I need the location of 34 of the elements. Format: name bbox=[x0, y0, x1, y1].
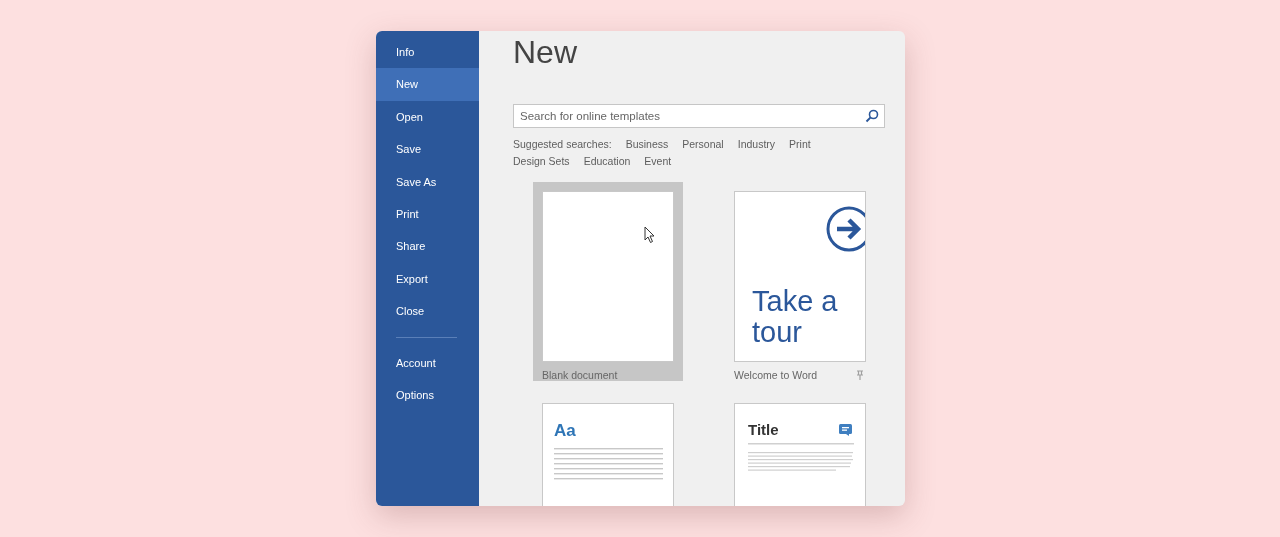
search-icon bbox=[865, 109, 879, 123]
suggested-link[interactable]: Event bbox=[644, 155, 672, 167]
sidebar-item[interactable]: New bbox=[376, 68, 479, 101]
sidebar-item[interactable]: Print bbox=[376, 197, 479, 231]
comment-icon bbox=[839, 423, 852, 436]
tour-text: Take a tour bbox=[752, 286, 839, 348]
sidebar-item[interactable]: Account bbox=[376, 346, 479, 379]
title-sample-text: Title bbox=[748, 421, 779, 438]
sidebar-item[interactable]: Info bbox=[376, 36, 479, 69]
template-label: Welcome to Word bbox=[734, 369, 818, 381]
sidebar-item[interactable]: Share bbox=[376, 230, 479, 263]
sidebar-item[interactable]: Save As bbox=[376, 165, 479, 198]
template-card[interactable]: Title bbox=[725, 394, 875, 506]
search-field[interactable]: Search for online templates bbox=[513, 104, 885, 128]
page-title: New bbox=[513, 33, 578, 72]
cursor-icon bbox=[644, 226, 656, 244]
sidebar-item[interactable]: Options bbox=[376, 378, 479, 412]
suggested-link[interactable]: Personal bbox=[682, 138, 724, 150]
sidebar-item[interactable]: Close bbox=[376, 295, 479, 328]
pin-icon[interactable] bbox=[856, 370, 864, 380]
template-card[interactable]: Take a tour Welcome to Word bbox=[725, 182, 875, 381]
template-label: Blank document bbox=[542, 369, 618, 381]
theme-sample-text: Aa bbox=[554, 421, 577, 441]
suggested-link[interactable]: Print bbox=[789, 138, 811, 150]
sidebar-item[interactable]: Export bbox=[376, 262, 479, 296]
template-card[interactable]: Aa bbox=[533, 394, 683, 506]
sidebar-item[interactable]: Save bbox=[376, 133, 479, 166]
template-card[interactable]: Blank document bbox=[533, 182, 683, 381]
suggested-link[interactable]: Education bbox=[583, 155, 631, 167]
suggested-link[interactable]: Business bbox=[625, 138, 669, 150]
suggested-label: Suggested searches: bbox=[513, 138, 612, 150]
sidebar-item[interactable]: Open bbox=[376, 100, 479, 134]
suggested-link[interactable]: Design Sets bbox=[513, 155, 570, 167]
suggested-link[interactable]: Industry bbox=[737, 138, 776, 150]
